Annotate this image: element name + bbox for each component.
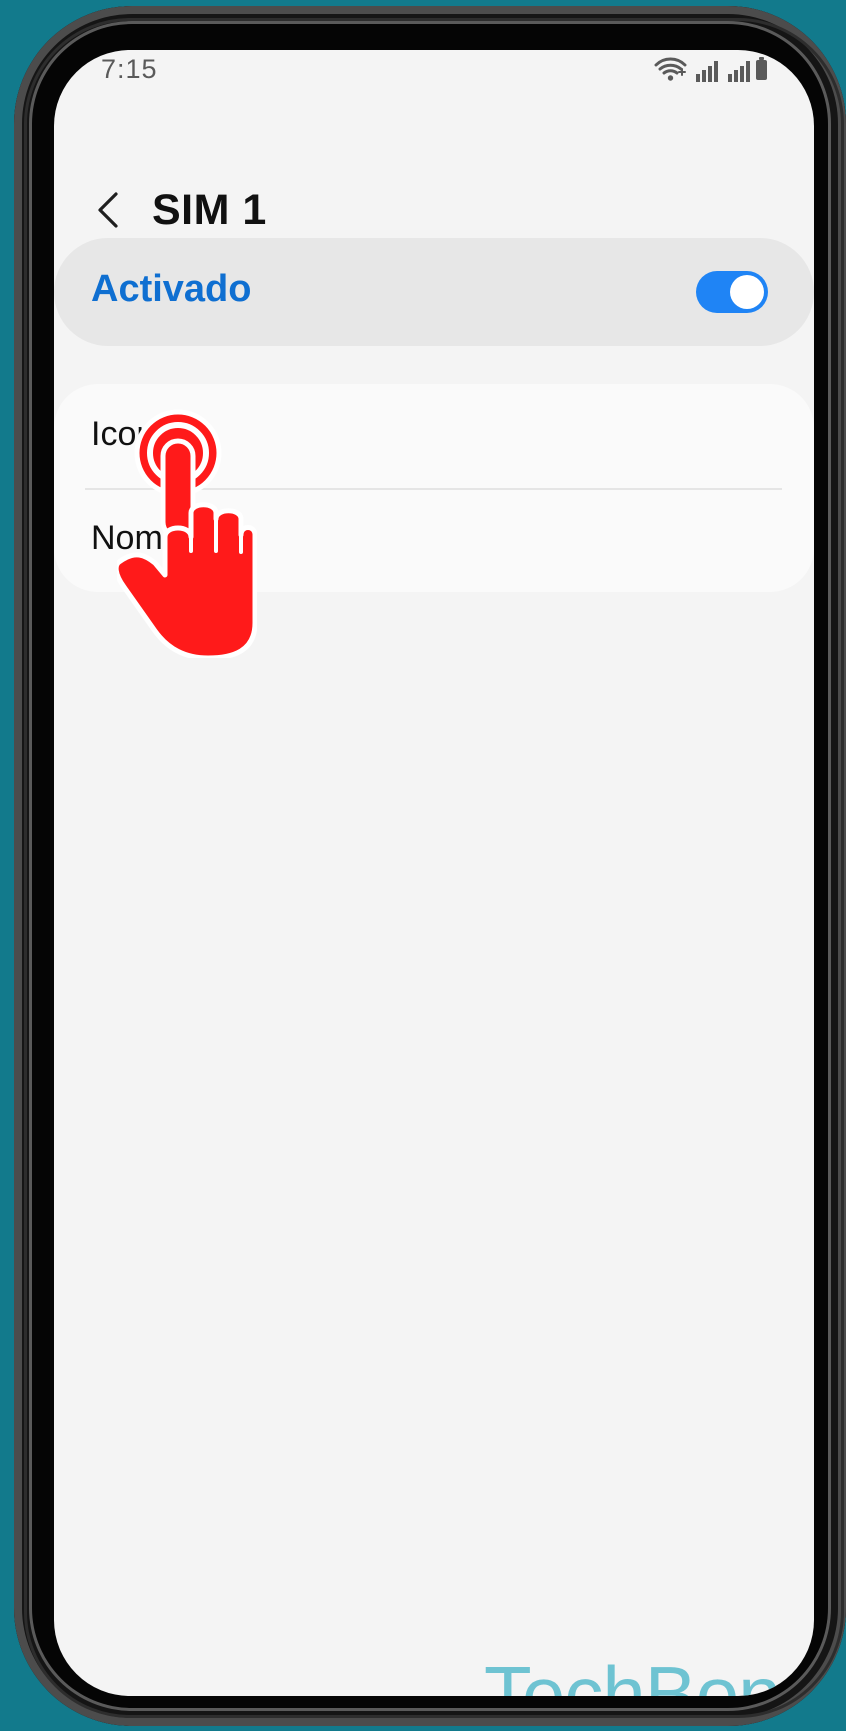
wifi-icon (654, 56, 687, 84)
status-icons (654, 56, 770, 86)
toggle-knob (730, 275, 764, 309)
activation-label: Activado (91, 268, 252, 310)
settings-row-label: Icono (91, 415, 175, 453)
page-title: SIM 1 (152, 186, 267, 234)
signal-icon (692, 59, 720, 83)
back-button[interactable] (85, 184, 131, 236)
signal-icon (724, 59, 752, 83)
back-arrow-icon (98, 192, 118, 228)
activation-card: Activado (54, 238, 814, 346)
watermark: TechBone (484, 1650, 814, 1696)
settings-card: Icono Nombre (54, 384, 814, 592)
settings-row-icon[interactable]: Icono (54, 384, 814, 488)
phone-screen: 7:15 SIM 1 Activado Icono Nombre TechBon… (54, 50, 814, 1696)
settings-row-name[interactable]: Nombre (54, 488, 814, 592)
settings-row-label: Nombre (91, 519, 212, 557)
battery-icon (756, 57, 767, 80)
activation-toggle[interactable] (696, 271, 768, 313)
status-time: 7:15 (101, 54, 158, 84)
